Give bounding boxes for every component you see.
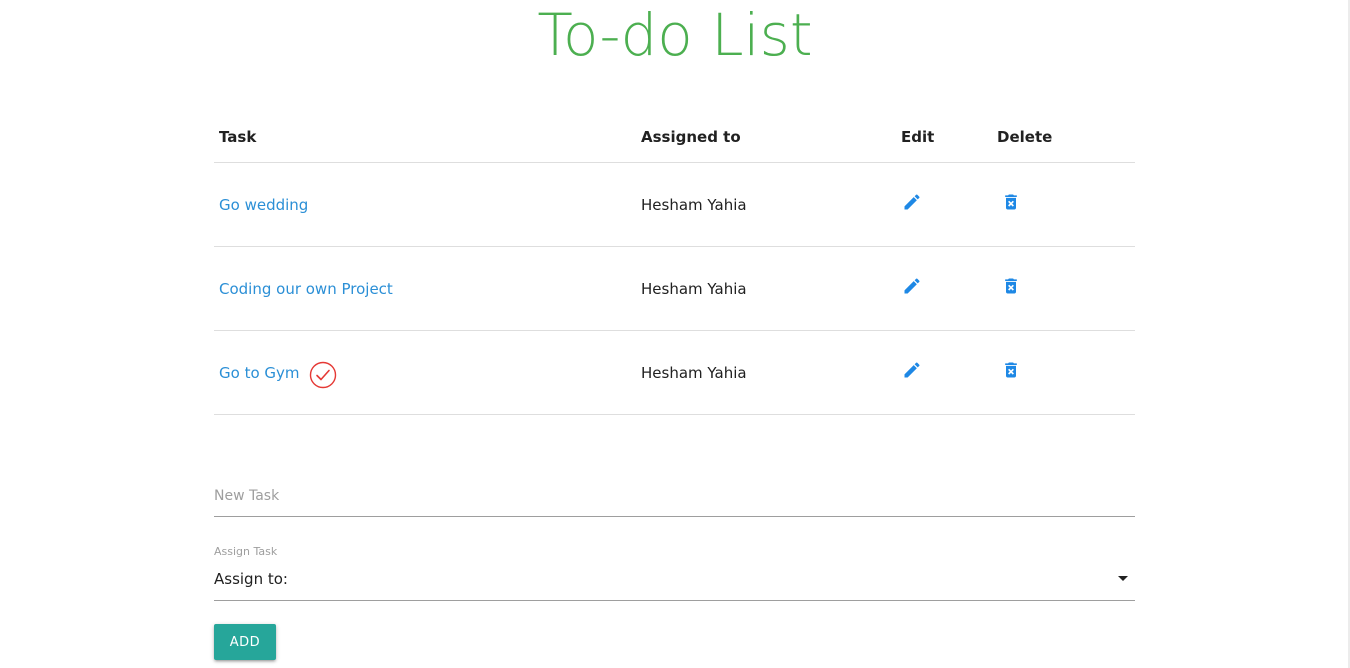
assign-to-select-value: Assign to: (214, 570, 288, 588)
assignee-name: Hesham Yahia (641, 279, 747, 298)
table-row: Coding our own Project Hesham Yahia (214, 247, 1135, 331)
trash-icon (1005, 362, 1017, 377)
delete-button[interactable] (1001, 276, 1021, 296)
add-button[interactable]: ADD (214, 624, 276, 660)
assignee-name: Hesham Yahia (641, 363, 747, 382)
task-link[interactable]: Coding our own Project (219, 280, 393, 298)
new-task-input[interactable] (214, 488, 1135, 504)
todo-table: Task Assigned to Edit Delete Go wedding … (214, 112, 1135, 415)
caret-down-icon (1118, 576, 1128, 581)
check-circle-icon (309, 361, 337, 389)
new-task-field-wrapper (214, 470, 1135, 517)
table-header-row: Task Assigned to Edit Delete (214, 112, 1135, 163)
table-row: Go wedding Hesham Yahia (214, 163, 1135, 247)
task-link[interactable]: Go wedding (219, 196, 308, 214)
table-row: Go to Gym Hesham Yahia (214, 331, 1135, 415)
pencil-icon (904, 193, 920, 209)
column-header-assigned-to: Assigned to (641, 128, 741, 146)
edit-button[interactable] (902, 192, 922, 212)
assign-task-label: Assign Task (214, 545, 278, 558)
delete-button[interactable] (1001, 192, 1021, 212)
delete-button[interactable] (1001, 360, 1021, 380)
trash-icon (1005, 278, 1017, 293)
assignee-name: Hesham Yahia (641, 195, 747, 214)
pencil-icon (904, 277, 920, 293)
column-header-edit: Edit (901, 128, 935, 146)
edit-button[interactable] (902, 360, 922, 380)
column-header-delete: Delete (997, 128, 1053, 146)
edit-button[interactable] (902, 276, 922, 296)
task-link[interactable]: Go to Gym (219, 364, 300, 382)
pencil-icon (904, 361, 920, 377)
column-header-task: Task (219, 128, 257, 146)
add-task-form: Assign Task Assign to: ADD (214, 470, 1135, 660)
trash-icon (1005, 194, 1017, 209)
page-title: To-do List (537, 1, 813, 69)
assign-to-select[interactable]: Assign to: (214, 562, 1135, 601)
